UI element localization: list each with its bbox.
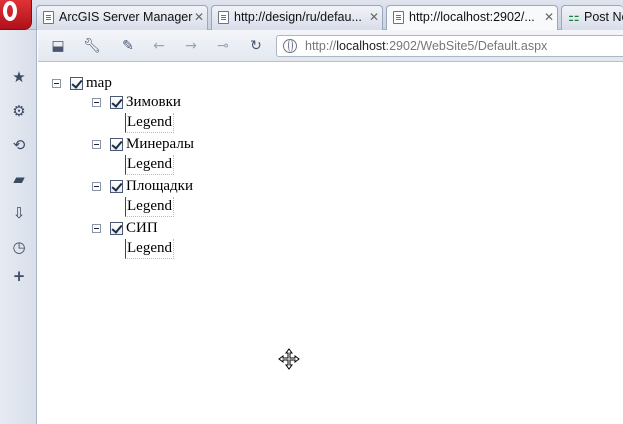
tab-label: ArcGIS Server Manager [59,10,193,24]
collapse-icon[interactable] [92,182,101,191]
tab-label: Post Ne [584,10,623,24]
tab-close-icon[interactable]: ✕ [194,10,204,24]
history-icon[interactable]: ◷ [10,238,28,256]
wrench-icon[interactable]: 🔧︎ [82,37,102,55]
collapse-icon[interactable] [92,98,101,107]
url-path: :2902/WebSite5/Default.aspx [385,39,548,53]
root-checkbox[interactable] [70,77,83,90]
opera-menu-button[interactable] [0,0,32,30]
tab-label: http://design/ru/defau... [234,10,362,24]
tab-label: http://localhost:2902/... [409,10,535,24]
notes-icon[interactable]: ▰ [10,170,28,188]
url-host: localhost [336,39,386,53]
page-icon [393,11,404,24]
layer-checkbox[interactable] [110,180,123,193]
address-bar[interactable]: http://localhost:2902/WebSite5/Default.a… [276,35,623,57]
legend-item[interactable]: Legend [125,197,174,217]
address-toolbar: ⬓ 🔧︎ ✎ ← → ⊸ ↻ http://localhost:2902/Web… [38,30,623,62]
add-panel-icon[interactable]: + [10,267,28,285]
back-icon[interactable]: ← [149,37,169,55]
page-icon [218,11,229,24]
collapse-icon[interactable] [52,79,61,88]
save-icon[interactable]: ⬓ [48,37,68,55]
brush-icon[interactable]: ✎ [118,37,138,55]
page-icon [43,11,54,24]
collapse-icon[interactable] [92,140,101,149]
root-label[interactable]: map [86,75,112,92]
share-icon[interactable]: ⟲ [10,136,28,154]
layer-label[interactable]: СИП [126,220,158,237]
layer-label[interactable]: Минералы [126,136,194,153]
key-icon[interactable]: ⊸ [213,37,233,55]
legend-item[interactable]: Legend [125,155,174,175]
tab-close-icon[interactable]: ✕ [544,10,554,24]
forward-icon[interactable]: → [181,37,201,55]
tab-post[interactable]: ⚏ Post Ne [561,5,623,30]
layer-checkbox[interactable] [110,96,123,109]
site-icon: ⚏ [568,10,580,25]
opera-logo-icon [3,1,17,21]
layer-label[interactable]: Зимовки [126,94,181,111]
downloads-icon[interactable]: ⇩ [10,204,28,222]
legend-item[interactable]: Legend [125,239,174,259]
globe-icon [283,39,297,53]
bookmarks-icon[interactable]: ★ [10,68,28,86]
layer-checkbox[interactable] [110,138,123,151]
tab-strip: ArcGIS Server Manager ✕ http://design/ru… [0,0,623,30]
tab-close-icon[interactable]: ✕ [369,10,379,24]
reload-icon[interactable]: ↻ [246,37,266,55]
collapse-icon[interactable] [92,224,101,233]
url-prefix: http:// [305,39,337,53]
layer-label[interactable]: Площадки [126,178,193,195]
tab-localhost[interactable]: http://localhost:2902/... ✕ [386,5,558,30]
settings-icon[interactable]: ⚙ [10,102,28,120]
legend-item[interactable]: Legend [125,113,174,133]
move-cursor-icon [278,348,300,370]
layer-checkbox[interactable] [110,222,123,235]
tab-arcgis[interactable]: ArcGIS Server Manager ✕ [36,5,208,30]
page-content: map Зимовки Legend Минералы Legend Площа… [38,63,623,424]
tab-design[interactable]: http://design/ru/defau... ✕ [211,5,383,30]
address-url[interactable]: http://localhost:2902/WebSite5/Default.a… [305,39,547,53]
side-panel: ★ ⚙ ⟲ ▰ ⇩ ◷ + [0,30,37,424]
